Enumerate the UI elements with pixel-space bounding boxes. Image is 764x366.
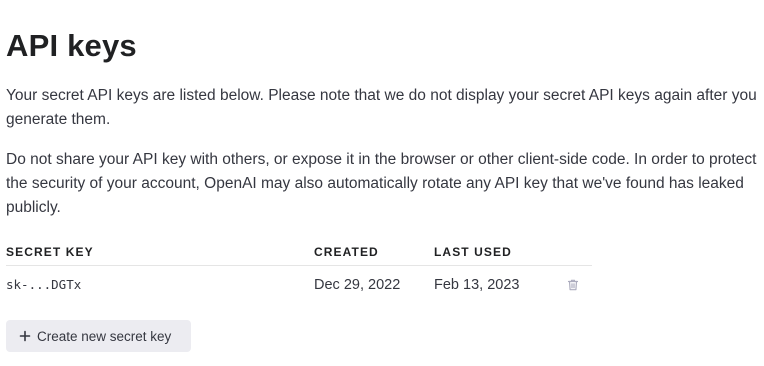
- create-new-secret-key-button[interactable]: Create new secret key: [6, 320, 191, 352]
- secret-key-text: sk-...DGTx: [6, 277, 82, 292]
- last-used-date: Feb 13, 2023: [434, 277, 520, 293]
- row-actions: [562, 266, 592, 305]
- api-keys-table: SECRET KEY CREATED LAST USED sk-...DGTx …: [6, 238, 592, 304]
- created-date: Dec 29, 2022: [314, 277, 401, 293]
- create-new-secret-key-label: Create new secret key: [37, 328, 172, 344]
- secret-key-value: sk-...DGTx: [6, 266, 314, 305]
- trash-icon[interactable]: [566, 278, 580, 292]
- column-header-last-used: LAST USED: [434, 238, 562, 266]
- table-row: sk-...DGTx Dec 29, 2022 Feb 13, 2023: [6, 266, 592, 305]
- table-header-row: SECRET KEY CREATED LAST USED: [6, 238, 592, 266]
- column-header-actions: [562, 238, 592, 266]
- column-header-secret-key: SECRET KEY: [6, 238, 314, 266]
- warning-text: Do not share your API key with others, o…: [6, 151, 757, 216]
- plus-icon: [19, 330, 31, 342]
- page-title: API keys: [6, 28, 137, 63]
- intro-text: Your secret API keys are listed below. P…: [6, 87, 757, 128]
- column-header-created: CREATED: [314, 238, 434, 266]
